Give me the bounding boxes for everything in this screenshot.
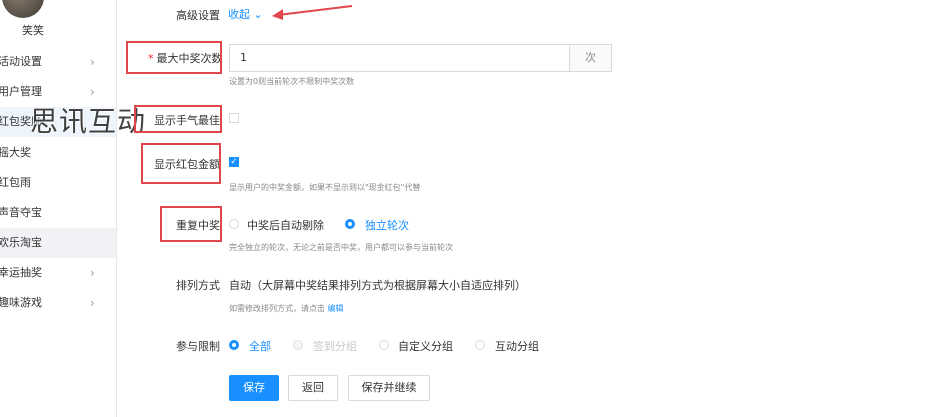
sidebar-item-shake-prize[interactable]: 摇大奖: [0, 138, 116, 168]
radio-custom-group[interactable]: [379, 340, 389, 350]
collapse-toggle-label: 收起: [228, 8, 250, 21]
checkmark-icon: ✓: [230, 157, 238, 167]
annotation-box: [160, 206, 222, 242]
sidebar-item-label: 幸运抽奖: [0, 266, 42, 279]
annotation-box: [126, 41, 222, 74]
annotation-arrow-icon: [272, 5, 353, 20]
sidebar-item-label: 声音夺宝: [0, 206, 42, 219]
sidebar-item-red-packet-rain[interactable]: 红包雨: [0, 168, 116, 198]
radio-independent-round-label[interactable]: 独立轮次: [365, 217, 409, 233]
advanced-settings-label: 高级设置: [176, 9, 220, 22]
sidebar: 笑笑 活动设置 › 用户管理 › 红包奖励 摇大奖 红包雨 声音夺宝 欢乐淘宝 …: [0, 0, 117, 417]
chevron-down-icon: ⌄: [253, 8, 263, 21]
participation-label: 参与限制: [176, 340, 220, 353]
collapse-toggle[interactable]: 收起 ⌄: [228, 6, 263, 22]
max-wins-unit: 次: [570, 44, 612, 72]
radio-auto-remove[interactable]: [229, 219, 239, 229]
repeat-wins-hint: 完全独立的轮次，无论之前是否中奖，用户都可以参与当前轮次: [229, 243, 453, 252]
annotation-box: [134, 105, 222, 133]
sidebar-item-lucky-draw[interactable]: 幸运抽奖 ›: [0, 258, 116, 288]
show-amount-checkbox[interactable]: ✓: [229, 157, 239, 167]
save-continue-button[interactable]: 保存并继续: [348, 375, 430, 401]
save-button[interactable]: 保存: [229, 375, 279, 401]
radio-checkin-group: [293, 340, 303, 350]
annotation-box: [141, 143, 221, 184]
back-button[interactable]: 返回: [288, 375, 338, 401]
chevron-right-icon: ›: [90, 296, 95, 310]
sidebar-item-happy-taobao[interactable]: 欢乐淘宝: [0, 228, 116, 258]
radio-interactive-group-label[interactable]: 互动分组: [495, 338, 539, 354]
avatar[interactable]: [2, 0, 44, 18]
radio-custom-group-label[interactable]: 自定义分组: [398, 338, 453, 354]
sidebar-item-label: 活动设置: [0, 55, 42, 68]
max-wins-hint: 设置为0则当前轮次不限制中奖次数: [229, 77, 355, 86]
sort-hint: 如需修改排列方式，请点击 编辑: [229, 304, 344, 313]
sidebar-item-fun-games[interactable]: 趣味游戏 ›: [0, 288, 116, 318]
chevron-right-icon: ›: [90, 266, 95, 280]
sort-label: 排列方式: [176, 279, 220, 292]
radio-interactive-group[interactable]: [475, 340, 485, 350]
max-wins-input[interactable]: 1: [229, 44, 570, 72]
sort-value: 自动（大屏幕中奖结果排列方式为根据屏幕大小自适应排列）: [229, 279, 526, 292]
show-amount-hint: 显示用户的中奖金额，如果不显示则以"现金红包"代替: [229, 183, 421, 192]
show-luckiest-checkbox[interactable]: [229, 113, 239, 123]
radio-auto-remove-label[interactable]: 中奖后自动剔除: [247, 217, 324, 233]
edit-link[interactable]: 编辑: [328, 304, 344, 313]
watermark: 思讯互动: [30, 105, 147, 138]
sidebar-item-voice-treasure[interactable]: 声音夺宝: [0, 198, 116, 228]
chevron-right-icon: ›: [90, 55, 95, 69]
radio-checkin-group-label: 签到分组: [313, 340, 357, 353]
sidebar-item-label: 趣味游戏: [0, 296, 42, 309]
sidebar-item-label: 摇大奖: [0, 146, 31, 159]
username: 笑笑: [22, 24, 44, 37]
radio-all[interactable]: [229, 340, 239, 350]
sidebar-item-label: 欢乐淘宝: [0, 236, 42, 249]
radio-all-label[interactable]: 全部: [249, 338, 271, 354]
sidebar-item-activity-settings[interactable]: 活动设置 ›: [0, 47, 116, 77]
sidebar-item-label: 红包雨: [0, 176, 31, 189]
radio-independent-round[interactable]: [345, 219, 355, 229]
